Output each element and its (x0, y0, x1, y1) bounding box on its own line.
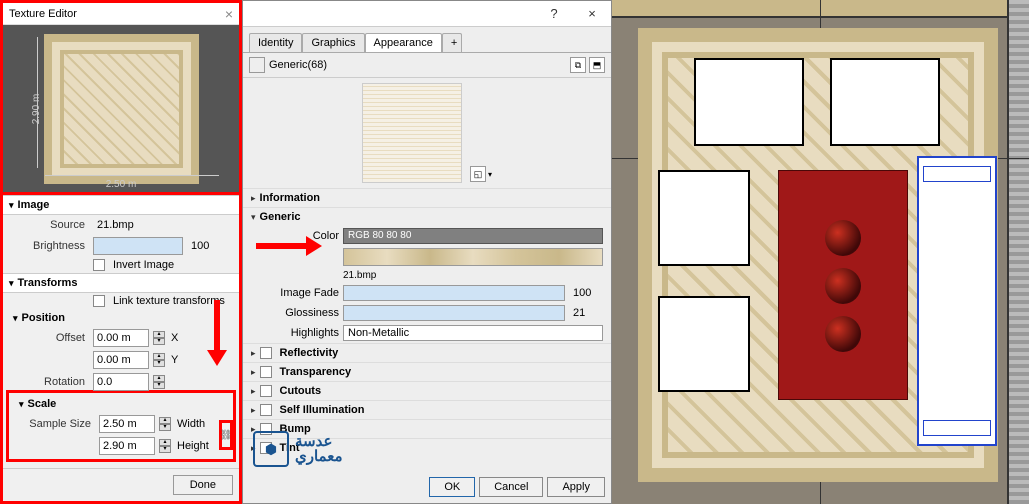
reflectivity-checkbox[interactable] (260, 347, 272, 359)
offset-y-spinner[interactable]: ▴▾ (153, 353, 165, 367)
logo-text: عدسة معماري (295, 434, 343, 464)
rotation-input[interactable]: 0.0 (93, 373, 149, 391)
lamp-object[interactable] (825, 268, 861, 304)
rotation-spinner[interactable]: ▴▾ (153, 375, 165, 389)
glossiness-label: Glossiness (251, 307, 339, 319)
asset-row: Generic(68) ⧉ ⬒ (243, 53, 611, 78)
window-title: Texture Editor (9, 8, 77, 20)
glossiness-input[interactable] (343, 305, 565, 321)
sample-label: Sample Size (15, 418, 95, 430)
invert-label: Invert Image (113, 259, 174, 271)
preview-mode-icon[interactable]: ◱ (470, 166, 486, 182)
highlights-label: Highlights (251, 327, 339, 339)
close-icon[interactable]: × (573, 6, 611, 21)
duplicate-icon[interactable]: ⧉ (570, 57, 586, 73)
lamp-object[interactable] (825, 220, 861, 256)
cutouts-checkbox[interactable] (260, 385, 272, 397)
transparency-checkbox[interactable] (260, 366, 272, 378)
sample-height-input[interactable]: 2.90 m (99, 437, 155, 455)
image-section[interactable]: ▾Image (3, 195, 239, 215)
chair-object[interactable] (658, 170, 750, 266)
chair-object[interactable] (830, 58, 940, 146)
tab-appearance[interactable]: Appearance (365, 33, 442, 52)
link-checkbox[interactable] (93, 295, 105, 307)
replace-icon[interactable]: ⬒ (589, 57, 605, 73)
offset-x-spinner[interactable]: ▴▾ (153, 331, 165, 345)
done-button[interactable]: Done (173, 475, 233, 495)
scale-section[interactable]: ▾Scale (9, 395, 233, 413)
image-fade-input[interactable] (343, 285, 565, 301)
transforms-section[interactable]: ▾Transforms (3, 273, 239, 293)
tab-graphics[interactable]: Graphics (302, 33, 364, 52)
offset-y-input[interactable]: 0.00 m (93, 351, 149, 369)
ok-button[interactable]: OK (429, 477, 475, 497)
source-value[interactable]: 21.bmp (93, 217, 138, 233)
transparency-section[interactable]: ▸Transparency (243, 362, 611, 381)
self-illum-section[interactable]: ▸Self Illumination (243, 400, 611, 419)
cutouts-section[interactable]: ▸Cutouts (243, 381, 611, 400)
window-header: ? × (243, 1, 611, 27)
annotation-arrow-icon (256, 236, 326, 256)
offset-x-input[interactable]: 0.00 m (93, 329, 149, 347)
dimension-width: 2.50 m (106, 179, 137, 190)
asset-name: Generic(68) (269, 59, 327, 71)
self-illum-checkbox[interactable] (260, 404, 272, 416)
annotation-arrow-icon (204, 300, 228, 370)
color-value[interactable]: RGB 80 80 80 (343, 228, 603, 244)
link-chain-icon[interactable]: ⛓ (219, 420, 233, 450)
reflectivity-section[interactable]: ▸Reflectivity (243, 343, 611, 362)
image-filename: 21.bmp (343, 270, 376, 281)
highlights-value[interactable]: Non-Metallic (343, 325, 603, 341)
sample-w-spinner[interactable]: ▴▾ (159, 417, 171, 431)
chair-object[interactable] (658, 296, 750, 392)
dimension-height: 2.90 m (31, 93, 42, 124)
material-preview: ◱ ▾ (243, 78, 611, 188)
source-label: Source (9, 219, 89, 231)
generic-section[interactable]: ▾Generic (243, 207, 611, 226)
brightness-input[interactable] (93, 237, 183, 255)
rug-thumbnail (44, 34, 199, 184)
dropdown-arrow-icon[interactable]: ▾ (488, 170, 492, 179)
help-icon[interactable]: ? (535, 6, 573, 21)
brightness-label: Brightness (9, 240, 89, 252)
watermark-logo: ⬢ عدسة معماري (253, 431, 343, 467)
sample-h-spinner[interactable]: ▴▾ (159, 439, 171, 453)
information-section[interactable]: ▸Information (243, 188, 611, 207)
image-fade-label: Image Fade (251, 287, 339, 299)
wall-right (1007, 0, 1029, 504)
rotation-label: Rotation (9, 376, 89, 388)
offset-label: Offset (9, 332, 89, 344)
material-thumbnail[interactable] (362, 83, 462, 183)
lamp-object[interactable] (825, 316, 861, 352)
logo-badge-icon: ⬢ (253, 431, 289, 467)
texture-editor-panel: Texture Editor × 2.90 m 2.50 m ▾Image So… (0, 0, 242, 504)
cancel-button[interactable]: Cancel (479, 477, 543, 497)
tab-add[interactable]: + (442, 33, 462, 52)
close-icon[interactable]: × (225, 6, 233, 22)
asset-swatch-icon[interactable] (249, 57, 265, 73)
title-bar: Texture Editor × (3, 3, 239, 25)
chair-object[interactable] (694, 58, 804, 146)
invert-checkbox[interactable] (93, 259, 105, 271)
texture-preview: 2.90 m 2.50 m (3, 25, 239, 195)
sample-width-input[interactable]: 2.50 m (99, 415, 155, 433)
tab-identity[interactable]: Identity (249, 33, 302, 52)
viewport-3d[interactable] (612, 0, 1029, 504)
texture-strip[interactable] (343, 248, 603, 266)
apply-button[interactable]: Apply (547, 477, 605, 497)
tab-row: Identity Graphics Appearance + (243, 27, 611, 53)
sofa-object[interactable] (917, 156, 997, 446)
